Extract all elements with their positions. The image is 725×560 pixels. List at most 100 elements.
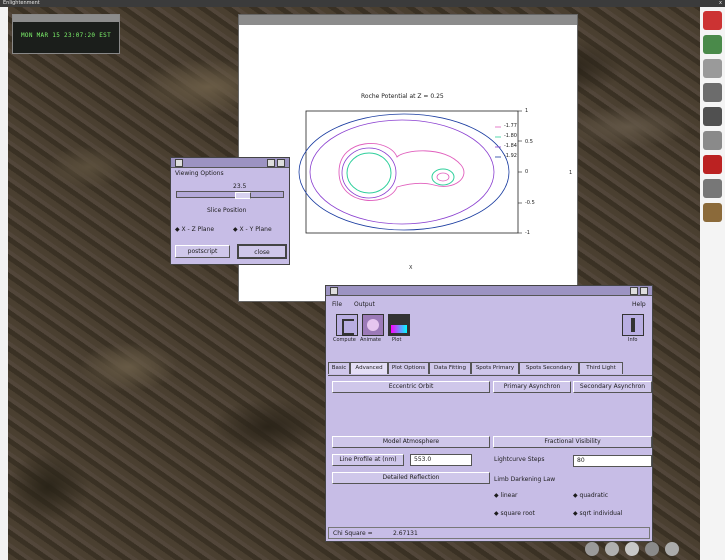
radio-xz-plane[interactable]: ◆ X - Z Plane [175,226,214,233]
menu-icon[interactable] [175,159,183,167]
tab-spots-primary[interactable]: Spots Primary [471,362,519,374]
y-tick: -1 [525,230,530,236]
compute-icon[interactable] [336,314,358,336]
clock-widget: MON MAR 15 23:07:20 EST [12,14,120,54]
plot-window-titlebar[interactable] [239,15,577,25]
eccentric-orbit-button[interactable]: Eccentric Orbit [332,381,490,393]
plot-label: Plot [392,337,402,343]
dock-paper-icon[interactable] [703,59,722,78]
radio-xz-label: X - Z Plane [181,226,215,233]
menu-file[interactable]: File [332,301,342,308]
y-tick: 0 [525,169,529,175]
detailed-reflection-button[interactable]: Detailed Reflection [332,472,490,484]
postscript-button[interactable]: postscript [175,245,230,258]
x-axis-label: X [409,265,413,271]
tab-third-light[interactable]: Third Light [579,362,623,374]
status-bar: Chi Square = 2.67131 [328,527,650,539]
dock-box-icon[interactable] [703,203,722,222]
tab-bar: Basic Advanced Plot Options Data Fitting… [328,362,652,376]
radio-square-root[interactable]: ◆ square root [494,510,535,517]
dock-tools-icon[interactable] [703,83,722,102]
dock-green-icon[interactable] [703,35,722,54]
animate-icon[interactable] [362,314,384,336]
contour-secondary [431,168,455,186]
status-label: Chi Square = [333,530,373,537]
radio-sqrt-individual-label: sqrt individual [579,510,623,517]
viewing-options-window: Viewing Options 23.5 Slice Position ◆ X … [170,157,290,265]
y-tick: 0.5 [525,139,533,145]
contour-primary [346,152,392,194]
window-title: Enlightenment [3,0,40,6]
animate-label: Animate [360,337,381,343]
bottom-tray [585,540,697,558]
gear-icon[interactable] [585,542,599,556]
info-label: Info [628,337,638,343]
radio-linear[interactable]: ◆ linear [494,492,518,499]
dock-bar [700,7,725,560]
radio-square-root-label: square root [500,510,535,517]
slice-slider[interactable] [176,191,284,199]
close-icon[interactable] [277,159,285,167]
left-edge [0,7,8,560]
status-value: 2.67131 [393,530,418,537]
y-tick: 1 [525,108,529,114]
close-icon[interactable] [640,287,648,295]
radio-quadratic[interactable]: ◆ quadratic [573,492,608,499]
minimize-icon[interactable] [267,159,275,167]
secondary-asynchron-button[interactable]: Secondary Asynchron [573,381,652,393]
dock-scissors-icon[interactable] [703,179,722,198]
dock-pen-icon[interactable] [703,131,722,150]
primary-asynchron-button[interactable]: Primary Asynchron [493,381,571,393]
model-atmosphere-button[interactable]: Model Atmosphere [332,436,490,448]
tab-spots-secondary[interactable]: Spots Secondary [519,362,579,374]
legend-item: -1.80 [504,133,517,139]
compute-label: Compute [333,337,356,343]
tab-advanced[interactable]: Advanced [350,362,388,374]
legend-item: -1.77 [504,123,517,129]
fractional-visibility-button[interactable]: Fractional Visibility [493,436,652,448]
slider-value: 23.5 [233,183,247,190]
pen-icon[interactable] [625,542,639,556]
lightcurve-steps-label: Lightcurve Steps [494,456,545,463]
disk-icon[interactable] [605,542,619,556]
menu-help[interactable]: Help [632,301,646,308]
radio-linear-label: linear [500,492,518,499]
plot-frame [305,110,519,234]
line-profile-button[interactable]: Line Profile at (nm) [332,454,404,466]
window-titlebar: Enlightenment x [0,0,725,7]
close-button[interactable]: close [237,244,287,259]
dock-red-icon[interactable] [703,11,722,30]
contour-envelope [309,119,495,225]
viewing-options-title: Viewing Options [175,170,224,177]
line-profile-input[interactable]: 553.0 [410,454,472,466]
tab-basic[interactable]: Basic [328,362,350,374]
dock-wrench-icon[interactable] [703,107,722,126]
lightcurve-steps-input[interactable]: 80 [573,455,652,467]
dock-pencil-icon[interactable] [703,155,722,174]
nightfall-window: File Output Help Compute Animate Plot In… [325,285,653,542]
menu-icon[interactable] [330,287,338,295]
contour-outer [298,113,510,231]
tab-data-fitting[interactable]: Data Fitting [429,362,471,374]
clock-text: MON MAR 15 23:07:20 EST [21,32,111,39]
plot-icon[interactable] [388,314,410,336]
info-icon[interactable] [622,314,644,336]
radio-xy-label: X - Y Plane [239,226,272,233]
x-tick: 1 [569,170,573,176]
slider-thumb[interactable] [235,192,251,199]
nightfall-titlebar[interactable] [326,286,652,296]
contour-primary-outer [341,147,397,199]
legend-item: -1.92 [504,153,517,159]
eye-icon[interactable] [645,542,659,556]
radio-xy-plane[interactable]: ◆ X - Y Plane [233,226,272,233]
viewing-options-titlebar[interactable] [171,158,289,168]
slice-label: Slice Position [207,207,247,214]
contour-secondary-inner [436,172,450,182]
menu-output[interactable]: Output [354,301,375,308]
clock-titlebar[interactable] [13,15,119,22]
tools-icon[interactable] [665,542,679,556]
close-icon[interactable]: x [719,0,722,7]
tab-plot-options[interactable]: Plot Options [388,362,429,374]
radio-sqrt-individual[interactable]: ◆ sqrt individual [573,510,622,517]
minimize-icon[interactable] [630,287,638,295]
